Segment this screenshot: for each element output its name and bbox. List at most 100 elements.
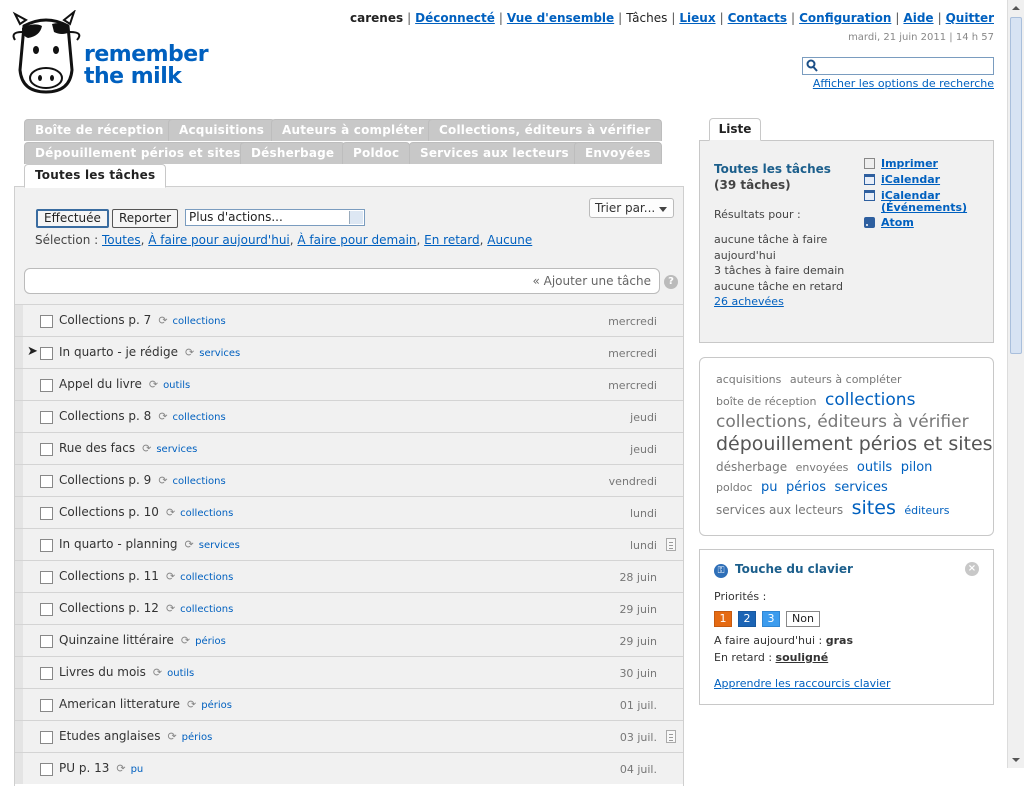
print-link[interactable]: Imprimer bbox=[864, 158, 938, 170]
task-row[interactable]: American litterature ⟳ périos 01 juil. bbox=[15, 688, 683, 720]
search-input[interactable] bbox=[821, 59, 989, 73]
task-tag[interactable]: collections bbox=[173, 476, 226, 487]
tab-acquisitions[interactable]: Acquisitions bbox=[168, 119, 276, 141]
task-tag[interactable]: outils bbox=[163, 380, 190, 391]
select-overdue-link[interactable]: En retard bbox=[424, 233, 479, 247]
tag-cloud-item[interactable]: pilon bbox=[901, 460, 933, 475]
tab-inbox[interactable]: Boîte de réception bbox=[24, 119, 175, 141]
search-options-link[interactable]: Afficher les options de recherche bbox=[813, 77, 994, 90]
tab-sent[interactable]: Envoyées bbox=[574, 142, 662, 164]
task-row[interactable]: In quarto - planning ⟳ services lundi bbox=[15, 528, 683, 560]
task-tag[interactable]: collections bbox=[180, 572, 233, 583]
tag-cloud-item[interactable]: services bbox=[834, 480, 887, 495]
tag-cloud-item[interactable]: envoyées bbox=[796, 461, 849, 474]
task-checkbox[interactable] bbox=[40, 635, 53, 648]
task-row[interactable]: PU p. 13 ⟳ pu 04 juil. bbox=[15, 752, 683, 784]
more-actions-select[interactable]: Plus d'actions... bbox=[185, 209, 365, 226]
page-scrollbar[interactable] bbox=[1007, 0, 1024, 768]
help-icon[interactable]: ? bbox=[664, 275, 678, 289]
scroll-down-icon[interactable] bbox=[1008, 752, 1024, 768]
icalendar-link[interactable]: iCalendar bbox=[864, 174, 940, 186]
task-tag[interactable]: services bbox=[199, 348, 240, 359]
tag-cloud-item[interactable]: boîte de réception bbox=[716, 395, 817, 408]
tag-cloud-item[interactable]: dépouillement périos et sites bbox=[716, 433, 993, 455]
task-checkbox[interactable] bbox=[40, 603, 53, 616]
task-row[interactable]: Collections p. 12 ⟳ collections 29 juin bbox=[15, 592, 683, 624]
tag-cloud-item[interactable]: acquisitions bbox=[716, 373, 781, 386]
postpone-button[interactable]: Reporter bbox=[112, 209, 179, 228]
task-row[interactable]: Collections p. 10 ⟳ collections lundi bbox=[15, 496, 683, 528]
task-checkbox[interactable] bbox=[40, 763, 53, 776]
task-row[interactable]: Livres du mois ⟳ outils 30 juin bbox=[15, 656, 683, 688]
complete-button[interactable]: Effectuée bbox=[36, 209, 109, 228]
tag-cloud-item[interactable]: sites bbox=[852, 497, 896, 519]
search-box[interactable] bbox=[802, 57, 994, 75]
select-today-link[interactable]: À faire pour aujourd'hui bbox=[148, 233, 290, 247]
task-tag[interactable]: périos bbox=[195, 636, 226, 647]
settings-link[interactable]: Configuration bbox=[799, 11, 891, 25]
completed-link[interactable]: 26 achevées bbox=[714, 295, 784, 308]
tab-services[interactable]: Services aux lecteurs bbox=[409, 142, 580, 164]
task-row[interactable]: Rue des facs ⟳ services jeudi bbox=[15, 432, 683, 464]
task-checkbox[interactable] bbox=[40, 475, 53, 488]
sort-by-button[interactable]: Trier par... bbox=[589, 198, 674, 218]
task-tag[interactable]: collections bbox=[173, 316, 226, 327]
quit-link[interactable]: Quitter bbox=[946, 11, 994, 25]
task-row[interactable]: Collections p. 11 ⟳ collections 28 juin bbox=[15, 560, 683, 592]
tag-cloud-item[interactable]: outils bbox=[857, 460, 892, 475]
add-task-input[interactable]: « Ajouter une tâche bbox=[24, 268, 660, 294]
scroll-up-icon[interactable] bbox=[1008, 0, 1024, 16]
tag-cloud-item[interactable]: désherbage bbox=[716, 460, 787, 474]
task-tag[interactable]: services bbox=[156, 444, 197, 455]
tag-cloud-item[interactable]: collections bbox=[825, 390, 915, 410]
learn-shortcuts-link[interactable]: Apprendre les raccourcis clavier bbox=[714, 677, 890, 690]
close-icon[interactable]: × bbox=[965, 562, 979, 576]
tab-authors[interactable]: Auteurs à compléter bbox=[271, 119, 436, 141]
task-checkbox[interactable] bbox=[40, 379, 53, 392]
task-tag[interactable]: outils bbox=[167, 668, 194, 679]
scrollbar-thumb[interactable] bbox=[1010, 17, 1022, 354]
task-checkbox[interactable] bbox=[40, 539, 53, 552]
select-none-link[interactable]: Aucune bbox=[487, 233, 532, 247]
select-tomorrow-link[interactable]: À faire pour demain bbox=[297, 233, 416, 247]
task-checkbox[interactable] bbox=[40, 731, 53, 744]
overview-link[interactable]: Vue d'ensemble bbox=[507, 11, 614, 25]
tab-all-tasks[interactable]: Toutes les tâches bbox=[24, 164, 167, 188]
places-link[interactable]: Lieux bbox=[679, 11, 715, 25]
note-icon[interactable] bbox=[666, 730, 676, 743]
task-checkbox[interactable] bbox=[40, 507, 53, 520]
tag-cloud-item[interactable]: auteurs à compléter bbox=[790, 373, 902, 386]
task-checkbox[interactable] bbox=[40, 347, 53, 360]
task-tag[interactable]: collections bbox=[180, 508, 233, 519]
tag-cloud-item[interactable]: services aux lecteurs bbox=[716, 503, 843, 517]
tag-cloud-item[interactable]: périos bbox=[786, 480, 826, 495]
note-icon[interactable] bbox=[666, 538, 676, 551]
tab-list[interactable]: Liste bbox=[709, 118, 761, 141]
tab-depouillement[interactable]: Dépouillement périos et sites bbox=[24, 142, 252, 164]
task-tag[interactable]: périos bbox=[201, 700, 232, 711]
task-checkbox[interactable] bbox=[40, 443, 53, 456]
tag-cloud-item[interactable]: pu bbox=[761, 480, 778, 495]
task-row[interactable]: Collections p. 9 ⟳ collections vendredi bbox=[15, 464, 683, 496]
task-tag[interactable]: services bbox=[199, 540, 240, 551]
task-checkbox[interactable] bbox=[40, 667, 53, 680]
task-row[interactable]: Quinzaine littéraire ⟳ périos 29 juin bbox=[15, 624, 683, 656]
task-checkbox[interactable] bbox=[40, 411, 53, 424]
task-row[interactable]: Collections p. 8 ⟳ collections jeudi bbox=[15, 400, 683, 432]
tab-collections[interactable]: Collections, éditeurs à vérifier bbox=[428, 119, 662, 141]
help-link[interactable]: Aide bbox=[903, 11, 933, 25]
task-tag[interactable]: pu bbox=[131, 764, 144, 775]
task-tag[interactable]: collections bbox=[180, 604, 233, 615]
task-tag[interactable]: collections bbox=[173, 412, 226, 423]
tag-cloud-item[interactable]: collections, éditeurs à vérifier bbox=[716, 412, 969, 432]
contacts-link[interactable]: Contacts bbox=[728, 11, 787, 25]
task-row[interactable]: Appel du livre ⟳ outils mercredi bbox=[15, 368, 683, 400]
tab-poldoc[interactable]: Poldoc bbox=[342, 142, 411, 164]
task-row[interactable]: Collections p. 7 ⟳ collections mercredi bbox=[15, 304, 683, 336]
tag-cloud-item[interactable]: poldoc bbox=[716, 481, 753, 494]
task-row[interactable]: Etudes anglaises ⟳ périos 03 juil. bbox=[15, 720, 683, 752]
tab-desherbage[interactable]: Désherbage bbox=[240, 142, 346, 164]
logout-link[interactable]: Déconnecté bbox=[415, 11, 495, 25]
task-checkbox[interactable] bbox=[40, 315, 53, 328]
task-row[interactable]: ➤ In quarto - je rédige ⟳ services mercredi bbox=[15, 336, 683, 368]
